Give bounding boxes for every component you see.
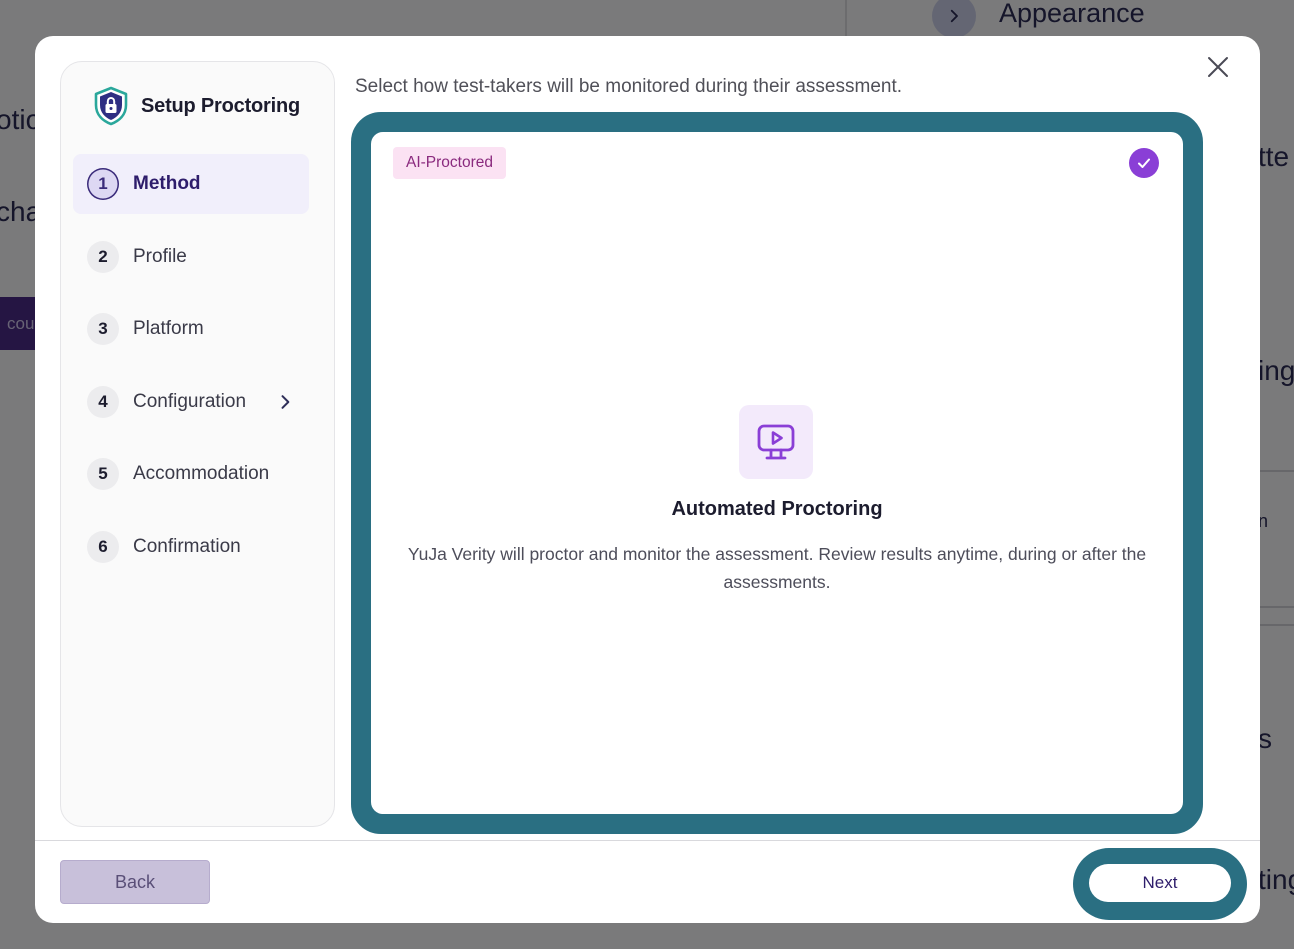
ai-proctored-badge: AI-Proctored	[393, 147, 507, 179]
step-method[interactable]: 1 Method	[73, 154, 309, 214]
step-label: Profile	[133, 245, 187, 267]
option-focus-ring: AI-Proctored Automated Proctoring YuJa V…	[351, 112, 1203, 834]
setup-proctoring-dialog: Setup Proctoring 1 Method 2 Profile 3 Pl…	[35, 36, 1260, 923]
close-icon	[1208, 57, 1228, 77]
steps-sidebar: Setup Proctoring 1 Method 2 Profile 3 Pl…	[60, 61, 335, 827]
step-label: Configuration	[133, 390, 247, 412]
step-configuration[interactable]: 4 Configuration	[73, 372, 309, 432]
next-button[interactable]: Next	[1089, 864, 1231, 902]
step-number: 1	[87, 168, 119, 200]
automated-proctoring-option[interactable]: AI-Proctored Automated Proctoring YuJa V…	[371, 132, 1183, 814]
selected-check	[1129, 148, 1159, 178]
step-label: Accommodation	[133, 463, 270, 484]
step-profile[interactable]: 2 Profile	[73, 227, 309, 287]
step-label: Confirmation	[133, 535, 241, 557]
method-instruction: Select how test-takers will be monitored…	[355, 76, 903, 97]
dialog-title: Setup Proctoring	[141, 94, 301, 117]
step-label: Method	[133, 173, 201, 194]
option-description: YuJa Verity will proctor and monitor the…	[407, 544, 1147, 592]
step-list: 1 Method 2 Profile 3 Platform 4 Configur…	[73, 154, 309, 589]
check-icon	[1138, 158, 1150, 168]
sidebar-header: Setup Proctoring	[93, 86, 300, 126]
option-icon-tile	[739, 405, 813, 479]
step-platform[interactable]: 3 Platform	[73, 299, 309, 359]
close-button[interactable]	[1205, 54, 1231, 80]
step-number: 3	[87, 313, 119, 345]
step-accommodation[interactable]: 5 Accommodation	[73, 444, 309, 504]
step-label: Platform	[133, 318, 204, 339]
chevron-right-icon	[281, 394, 290, 409]
footer-divider	[35, 840, 1260, 841]
step-number: 6	[87, 530, 119, 563]
option-title: Automated Proctoring	[671, 498, 883, 520]
monitor-play-icon	[757, 424, 795, 460]
step-number: 2	[87, 240, 119, 273]
shield-lock-icon	[94, 86, 128, 126]
back-button[interactable]: Back	[60, 860, 210, 904]
step-number: 5	[87, 458, 119, 490]
step-confirmation[interactable]: 6 Confirmation	[73, 517, 309, 577]
step-number: 4	[87, 385, 119, 418]
